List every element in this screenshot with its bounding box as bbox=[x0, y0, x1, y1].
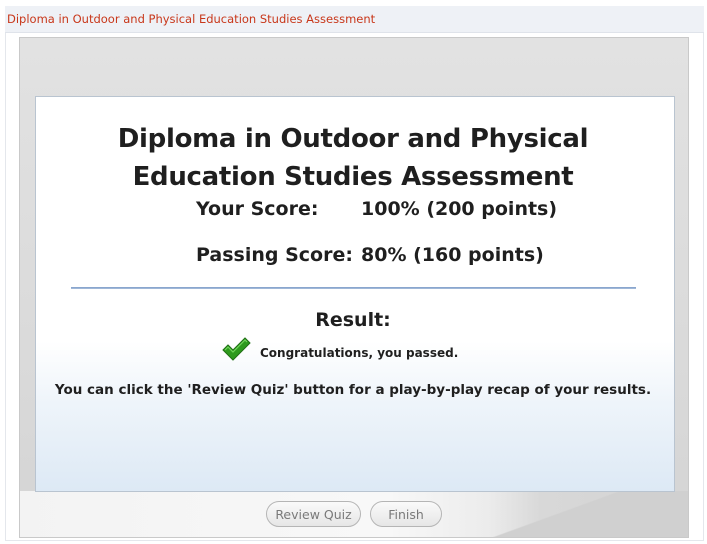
your-score-label: Your Score: bbox=[196, 198, 319, 220]
frame-border-left bbox=[5, 33, 6, 541]
finish-button[interactable]: Finish bbox=[370, 501, 442, 527]
your-score-value: 100% (200 points) bbox=[361, 198, 558, 220]
passing-score-label: Passing Score: bbox=[196, 244, 353, 266]
review-note: You can click the 'Review Quiz' button f… bbox=[54, 382, 652, 398]
checkmark-icon bbox=[222, 337, 251, 361]
results-divider bbox=[71, 287, 636, 289]
results-heading: Diploma in Outdoor and Physical Educatio… bbox=[35, 120, 671, 196]
result-label: Result: bbox=[315, 309, 391, 331]
heading-line-1: Diploma in Outdoor and Physical bbox=[117, 124, 589, 154]
result-message: Congratulations, you passed. bbox=[260, 346, 459, 360]
frame-border-bottom bbox=[5, 540, 704, 541]
title-bar: Diploma in Outdoor and Physical Educatio… bbox=[5, 6, 704, 33]
heading-line-2: Education Studies Assessment bbox=[132, 162, 574, 192]
review-quiz-button[interactable]: Review Quiz bbox=[266, 501, 361, 527]
passing-score-value: 80% (160 points) bbox=[361, 244, 544, 266]
window-title: Diploma in Outdoor and Physical Educatio… bbox=[7, 12, 376, 26]
frame-border-right bbox=[703, 33, 704, 541]
